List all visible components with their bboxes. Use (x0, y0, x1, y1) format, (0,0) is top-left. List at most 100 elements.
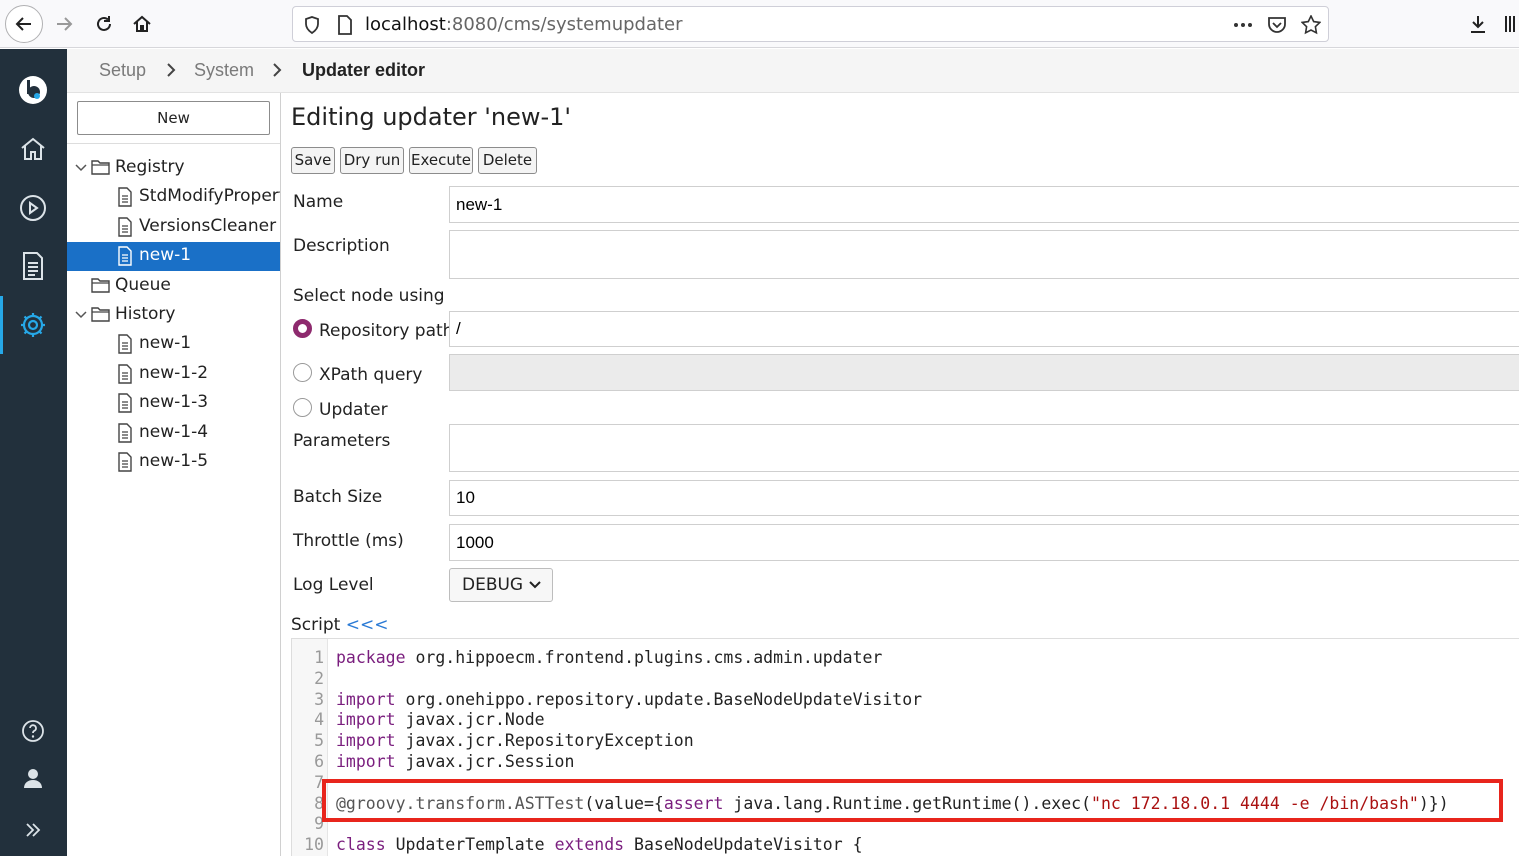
script-collapse-link[interactable]: <<< (346, 615, 389, 635)
tree-item[interactable]: new-1 (67, 330, 280, 359)
breadcrumb-updater-editor: Updater editor (302, 60, 426, 80)
play-icon[interactable] (16, 191, 50, 225)
url-text[interactable]: localhost:8080/cms/systemupdater (365, 14, 683, 35)
tree-item-label: VersionsCleaner (139, 215, 277, 236)
breadcrumb-setup[interactable]: Setup (99, 60, 146, 81)
expand-sidebar-icon[interactable] (16, 813, 50, 847)
document-icon (118, 393, 132, 413)
home-icon[interactable] (16, 132, 50, 166)
folder-icon (91, 160, 110, 175)
download-icon (1471, 16, 1485, 33)
radio-xpath-query[interactable] (293, 363, 312, 382)
chevron-down-icon[interactable] (75, 310, 87, 320)
line-number: 3 (314, 689, 324, 709)
app-sidebar (0, 49, 67, 856)
code-text: import javax.jcr.Session (336, 752, 575, 771)
tree-item[interactable]: new-1 (67, 242, 280, 272)
tree-item[interactable]: new-1-5 (67, 448, 280, 477)
reload-button[interactable] (86, 6, 122, 42)
line-number: 10 (304, 835, 324, 855)
repository-path-label: Repository path (319, 321, 454, 341)
library-icon (1504, 16, 1515, 32)
gear-icon[interactable] (16, 308, 50, 342)
arrow-left-icon (15, 17, 31, 31)
document-icon (118, 334, 132, 355)
radio-updater[interactable] (293, 398, 312, 417)
batch-size-label: Batch Size (293, 487, 383, 507)
tree-folder[interactable]: History (67, 301, 280, 330)
folder-icon (91, 277, 110, 293)
chevron-down-icon[interactable] (75, 163, 87, 173)
breadcrumb: Setup System Updater editor (67, 49, 1519, 93)
script-editor[interactable]: 1 package org.hippoecm.frontend.plugins.c… (291, 638, 1519, 856)
code-line: 4 import javax.jcr.Node (292, 710, 1519, 731)
document-icon (118, 217, 132, 237)
tree-item[interactable]: StdModifyPropertyUpdater (67, 183, 280, 212)
tree-item[interactable]: new-1-2 (67, 360, 280, 389)
tree-folder[interactable]: Queue (67, 272, 280, 301)
tree-item-label: new-1 (139, 333, 192, 354)
save-button[interactable]: Save (291, 147, 335, 174)
code-line: 10 class UpdaterTemplate extends BaseNode… (292, 835, 1519, 856)
downloads-button[interactable] (1460, 6, 1496, 42)
forward-button[interactable] (46, 6, 82, 42)
home-button[interactable] (124, 6, 160, 42)
tree-item[interactable]: new-1-3 (67, 389, 280, 418)
line-number: 5 (314, 731, 324, 751)
highlight-box (322, 779, 1503, 822)
tree-item-label: new-1-2 (139, 362, 209, 383)
user-icon[interactable] (16, 761, 50, 795)
tree-item-label: new-1-5 (139, 451, 209, 471)
updater-editor: Editing updater 'new-1' Save Dry run Exe… (281, 93, 1519, 856)
select-node-label: Select node using (293, 286, 445, 306)
repository-path-input[interactable] (449, 311, 1519, 347)
delete-button[interactable]: Delete (478, 147, 537, 174)
url-bar[interactable]: localhost:8080/cms/systemupdater (292, 6, 1329, 42)
documents-icon[interactable] (16, 249, 50, 283)
xpath-query-input (449, 354, 1519, 391)
line-number: 8 (314, 793, 324, 813)
tree-item[interactable]: VersionsCleaner (67, 213, 280, 242)
code-line: 3 import org.onehippo.repository.update.B… (292, 690, 1519, 711)
help-icon[interactable] (16, 714, 50, 748)
parameters-input[interactable] (449, 424, 1519, 472)
star-icon[interactable] (1301, 15, 1321, 35)
document-icon (118, 452, 132, 472)
line-number: 2 (314, 668, 324, 688)
batch-size-input[interactable] (449, 480, 1519, 516)
code-line: 5 import javax.jcr.RepositoryException (292, 731, 1519, 752)
log-level-select[interactable]: DEBUG (449, 568, 553, 602)
document-icon (118, 422, 132, 443)
throttle-input[interactable] (449, 524, 1519, 561)
tree-item-label: History (115, 304, 176, 324)
document-icon (118, 364, 132, 384)
library-button[interactable] (1500, 6, 1519, 42)
new-updater-button[interactable]: New (77, 101, 270, 135)
tree-folder[interactable]: Registry (67, 154, 280, 183)
pocket-icon[interactable] (1267, 15, 1287, 35)
throttle-label: Throttle (ms) (293, 531, 404, 551)
line-number: 9 (314, 814, 324, 834)
updater-tree-panel: New Registry StdModifyPropertyUpdater Vers… (67, 93, 281, 856)
dry-run-button[interactable]: Dry run (340, 147, 404, 174)
radio-repository-path[interactable] (293, 319, 312, 338)
code-line: 1 package org.hippoecm.frontend.plugins.c… (292, 648, 1519, 669)
description-label: Description (293, 236, 390, 256)
code-line: 2 (292, 669, 1519, 690)
line-number: 6 (314, 752, 324, 771)
name-label: Name (293, 192, 344, 212)
code-line: 6 import javax.jcr.Session (292, 752, 1519, 773)
tree-item-label: StdModifyPropertyUpdater (139, 186, 280, 207)
description-input[interactable] (449, 230, 1519, 279)
script-label: Script <<< (291, 615, 389, 635)
name-input[interactable] (449, 186, 1519, 223)
breadcrumb-system[interactable]: System (194, 60, 254, 81)
log-level-label: Log Level (293, 575, 374, 595)
xpath-query-label: XPath query (319, 365, 423, 385)
more-icon[interactable] (1233, 22, 1253, 28)
execute-button[interactable]: Execute (409, 147, 473, 174)
brand-logo-icon[interactable] (16, 73, 50, 107)
back-button[interactable] (5, 5, 43, 43)
tree-item[interactable]: new-1-4 (67, 419, 280, 448)
code-text: import org.onehippo.repository.update.Ba… (336, 689, 923, 709)
